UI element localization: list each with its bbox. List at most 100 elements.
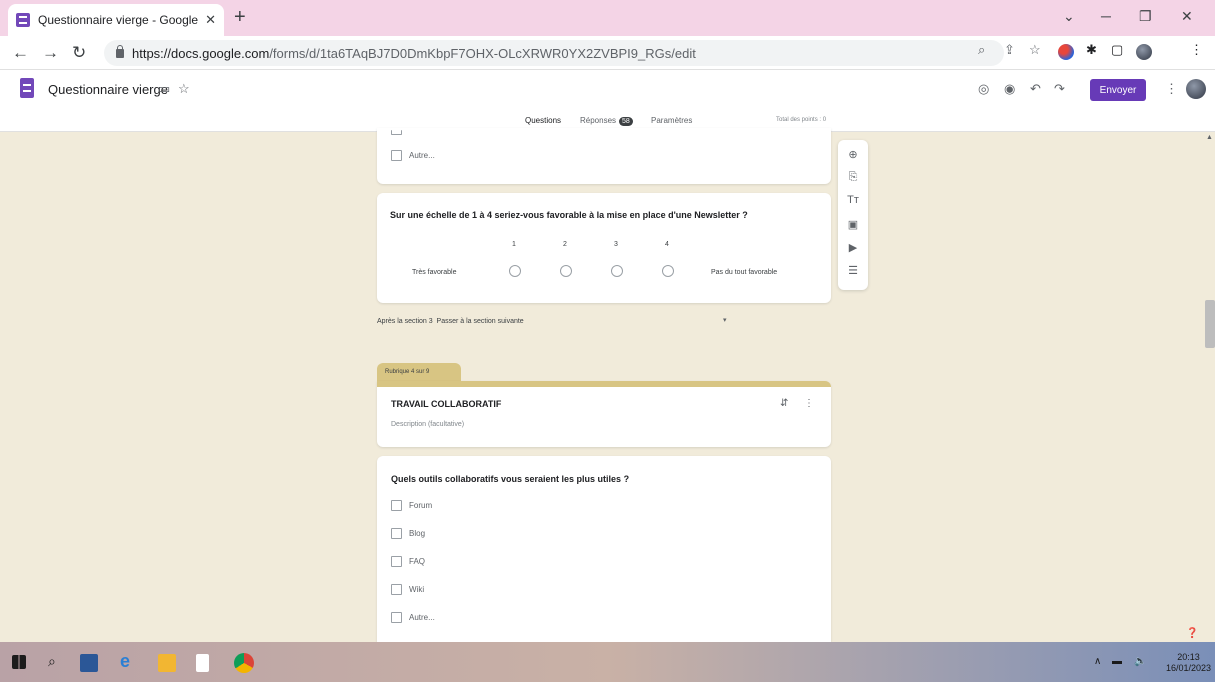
option-checkbox[interactable]	[391, 612, 402, 623]
window-close-icon[interactable]: ✕	[1181, 8, 1193, 25]
chevron-down-icon[interactable]: ▾	[723, 316, 727, 324]
option-forum[interactable]: Forum	[391, 500, 432, 511]
add-section-icon[interactable]: ☰	[838, 264, 868, 277]
tab-title: Questionnaire vierge - Google Fo	[38, 13, 200, 27]
clock-date: 16/01/2023	[1166, 663, 1212, 673]
option-label: Blog	[409, 529, 426, 538]
close-icon[interactable]: ✕	[205, 12, 216, 28]
windows-start-icon[interactable]	[12, 655, 26, 669]
minimize-icon[interactable]: ─	[1101, 8, 1111, 24]
forms-header: Questionnaire vierge ▭ ☆ ◎ ◉ ↶ ↷ Envoyer…	[0, 70, 1215, 108]
file-explorer-icon[interactable]	[158, 654, 176, 672]
scale-radio-1[interactable]	[509, 265, 521, 277]
undo-icon[interactable]: ↶	[1030, 81, 1041, 97]
section-title[interactable]: TRAVAIL COLLABORATIF	[391, 399, 501, 409]
send-button[interactable]: Envoyer	[1090, 79, 1146, 101]
clock[interactable]: 20:13 16/01/2023	[1166, 652, 1211, 674]
internet-explorer-icon[interactable]: e	[120, 651, 138, 671]
option-checkbox[interactable]	[391, 584, 402, 595]
option-label: Wiki	[409, 585, 425, 594]
side-panel-icon[interactable]: ▢	[1111, 42, 1123, 58]
scale-question-card[interactable]: Sur une échelle de 1 à 4 seriez-vous fav…	[377, 193, 831, 303]
scale-number: 2	[563, 241, 567, 248]
option-label: Autre...	[409, 613, 435, 622]
avatar[interactable]	[1186, 79, 1206, 99]
form-title[interactable]: Questionnaire vierge	[48, 82, 168, 97]
scrollbar-thumb[interactable]	[1205, 300, 1215, 348]
chrome-icon[interactable]	[234, 653, 254, 673]
more-options-icon[interactable]: ⋮	[1165, 81, 1178, 97]
extension-icon[interactable]	[1058, 44, 1074, 60]
new-tab-button[interactable]: +	[234, 6, 246, 29]
option-other[interactable]: Autre...	[391, 612, 435, 623]
option-faq[interactable]: FAQ	[391, 556, 425, 567]
after-section-control[interactable]: Après la section 3 Passer à la section s…	[377, 318, 524, 325]
add-question-icon[interactable]: ⊕	[838, 148, 868, 161]
tab-questions[interactable]: Questions	[525, 116, 562, 132]
browser-menu-icon[interactable]: ⋮	[1190, 42, 1203, 58]
collapse-section-icon[interactable]: ⇵	[780, 398, 788, 409]
back-arrow-icon[interactable]: ←	[12, 43, 29, 63]
scale-number: 1	[512, 241, 516, 248]
section-header-card[interactable]	[377, 381, 831, 447]
option-label: Autre...	[409, 151, 435, 160]
option-checkbox[interactable]	[391, 150, 402, 161]
scale-radio-3[interactable]	[611, 265, 623, 277]
tab-settings[interactable]: Paramètres	[651, 116, 692, 125]
add-image-icon[interactable]: ▣	[838, 218, 868, 231]
scale-number: 3	[614, 241, 618, 248]
zoom-icon[interactable]: ⌕	[978, 42, 985, 58]
tray-chevron-icon[interactable]: ∧	[1094, 656, 1101, 667]
option-wiki[interactable]: Wiki	[391, 584, 424, 595]
option-checkbox[interactable]	[391, 130, 402, 135]
restore-icon[interactable]: ❐	[1139, 8, 1152, 25]
section-tab: Rubrique 4 sur 9	[377, 363, 461, 381]
page-scrollbar[interactable]	[1205, 132, 1215, 642]
help-icon[interactable]: ❓	[1186, 628, 1198, 639]
star-icon[interactable]: ☆	[178, 81, 190, 97]
option-checkbox[interactable]	[391, 500, 402, 511]
url-path: /forms/d/1ta6TAqBJ7D0DmKbpF7OHX-OLcXRWR0…	[269, 45, 696, 61]
previous-question-card: Autre...	[377, 128, 831, 184]
scale-radio-4[interactable]	[662, 265, 674, 277]
forms-logo-icon[interactable]	[20, 78, 34, 98]
section-description[interactable]: Description (facultative)	[391, 421, 464, 428]
option-checkbox[interactable]	[391, 556, 402, 567]
option-checkbox[interactable]	[391, 528, 402, 539]
notepad-icon[interactable]	[196, 654, 209, 672]
floating-toolbar: ⊕ ⎘ Tт ▣ ▶ ☰	[838, 140, 868, 290]
option-other[interactable]: Autre...	[391, 150, 435, 161]
windows-taskbar: ⌕ e ∧ ▬ 🔈 20:13 16/01/2023	[0, 642, 1215, 682]
folder-icon[interactable]: ▭	[158, 81, 170, 97]
url-input[interactable]: https://docs.google.com/forms/d/1ta6TAqB…	[104, 40, 1004, 66]
word-icon[interactable]	[80, 654, 98, 672]
volume-icon[interactable]: 🔈	[1134, 656, 1146, 667]
redo-icon[interactable]: ↷	[1054, 81, 1065, 97]
tab-search-icon[interactable]: ⌄	[1063, 8, 1075, 25]
add-video-icon[interactable]: ▶	[838, 241, 868, 254]
browser-tab[interactable]: Questionnaire vierge - Google Fo ✕	[8, 4, 224, 36]
preview-eye-icon[interactable]: ◉	[1004, 81, 1015, 97]
tab-responses[interactable]: Réponses 58	[580, 116, 633, 126]
reload-icon[interactable]: ↻	[72, 43, 86, 63]
after-section-value: Passer à la section suivante	[436, 318, 524, 325]
share-icon[interactable]: ⇪	[1004, 42, 1015, 58]
network-icon[interactable]: ▬	[1112, 656, 1122, 667]
profile-avatar[interactable]	[1136, 44, 1152, 60]
import-questions-icon[interactable]: ⎘	[838, 171, 868, 184]
option-blog[interactable]: Blog	[391, 528, 425, 539]
bookmark-star-icon[interactable]: ☆	[1029, 42, 1041, 58]
tools-question-card[interactable]: Quels outils collaboratifs vous seraient…	[377, 456, 831, 642]
add-title-icon[interactable]: Tт	[838, 194, 868, 206]
section-more-icon[interactable]: ⋮	[804, 398, 814, 409]
search-icon[interactable]: ⌕	[48, 653, 56, 670]
question-title[interactable]: Sur une échelle de 1 à 4 seriez-vous fav…	[390, 210, 748, 220]
scroll-up-icon[interactable]: ▲	[1206, 134, 1213, 141]
forward-arrow-icon[interactable]: →	[42, 43, 59, 63]
palette-icon[interactable]: ◎	[978, 81, 989, 97]
puzzle-icon[interactable]: ✱	[1086, 42, 1097, 58]
question-title[interactable]: Quels outils collaboratifs vous seraient…	[391, 474, 629, 484]
scale-radio-2[interactable]	[560, 265, 572, 277]
browser-tab-bar: Questionnaire vierge - Google Fo ✕ + ⌄ ─…	[0, 0, 1215, 36]
total-points: Total des points : 0	[776, 117, 827, 123]
